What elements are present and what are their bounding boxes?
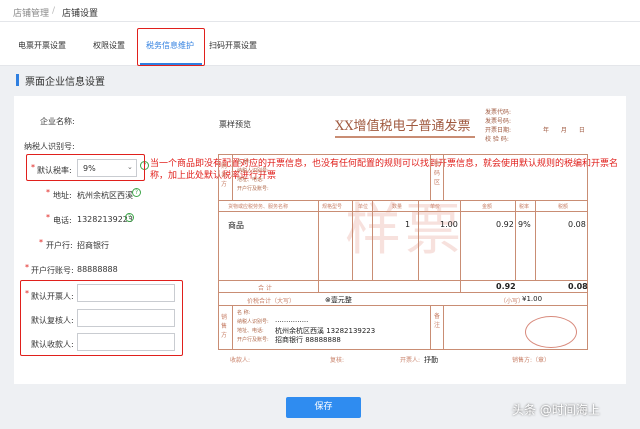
highlight-active-tab	[137, 28, 205, 66]
grand-small-label: （小写）	[500, 298, 525, 305]
item-tax: 0.08	[568, 220, 586, 229]
seller-seal-icon	[525, 316, 577, 348]
invoice-divider	[515, 200, 516, 280]
tab-invoice-settings[interactable]: 电票开票设置	[18, 40, 66, 51]
invoice-footer: 收款人: 复核: 开票人: 抒勤 销售方:（章）	[230, 355, 590, 364]
col-name: 货物或应税劳务、服务名称	[228, 204, 289, 210]
required-mark: *	[46, 188, 50, 197]
col-qty: 数量	[392, 204, 403, 210]
required-mark: *	[39, 238, 43, 247]
col-price: 单价	[430, 204, 441, 210]
invoice-divider	[218, 211, 588, 212]
invoice-title: XX增值税电子普通发票	[335, 119, 471, 134]
total-label: 合 计	[258, 285, 272, 292]
invoice-divider	[232, 305, 233, 350]
bank-value: 招商银行	[77, 241, 109, 250]
invoice-divider	[443, 305, 444, 350]
total-tax: 0.08	[568, 282, 588, 291]
invoice-divider	[218, 280, 588, 281]
required-mark: *	[25, 263, 29, 272]
seller-values: ··············· 杭州余杭区西溪 13282139223 招商银行…	[275, 318, 375, 345]
remark-section-label: 备注	[434, 313, 441, 329]
seller-address: 杭州余杭区西溪 13282139223	[275, 327, 376, 335]
footer-drawer: 开票人:	[400, 357, 421, 364]
breadcrumb-parent[interactable]: 店铺管理	[13, 6, 49, 19]
seller-label-column: 名 称: 纳税人识别号: 地址、电话: 开户行及账号:	[237, 310, 269, 343]
invoice-divider	[218, 292, 588, 293]
invoice-divider	[318, 200, 319, 292]
invoice-divider	[372, 200, 373, 280]
footer-seller-seal: 销售方:（章）	[512, 357, 551, 364]
section-title: 票面企业信息设置	[25, 77, 105, 88]
invoice-divider	[460, 200, 461, 292]
col-spec: 规格型号	[322, 204, 343, 210]
highlight-default-people	[20, 280, 183, 356]
footer-payee: 收款人:	[230, 357, 251, 364]
taxpayer-id-label: 纳税人识别号:	[24, 142, 75, 151]
invoice-divider	[418, 200, 419, 280]
invoice-divider	[535, 200, 536, 280]
invoice-date-label: 开票日期: 年 月 日	[485, 127, 585, 134]
col-tax: 税额	[558, 204, 569, 210]
invoice-divider	[443, 154, 444, 201]
seller-bank: 招商银行 88888888	[275, 336, 341, 344]
invoice-meta: 发票代码: 发票号码: 开票日期: 年 月 日 校 验 码:	[485, 108, 585, 144]
invoice-preview-label: 票样预览	[219, 120, 251, 129]
source-watermark: 头条 @时间海上	[512, 403, 600, 417]
tab-bar: 电票开票设置 权限设置 税务信息维护 扫码开票设置	[0, 22, 640, 66]
item-qty: 1	[405, 220, 411, 229]
grand-total-label: 价税合计（大写）	[247, 298, 296, 305]
invoice-divider	[232, 154, 233, 201]
phone-label: 电话:	[53, 216, 72, 225]
invoice-title-underline	[335, 136, 475, 138]
seller-id: ···············	[275, 318, 309, 326]
section-marker	[16, 74, 19, 86]
bank-label: 开户行:	[46, 241, 73, 250]
required-mark: *	[46, 213, 50, 222]
breadcrumb-current: 店铺设置	[62, 9, 99, 19]
help-icon[interactable]: ?	[132, 188, 141, 197]
col-amount: 金额	[482, 204, 493, 210]
invoice-divider	[430, 154, 431, 201]
footer-drawer-value: 抒勤	[424, 356, 438, 364]
grand-total-words: ⊗壹元整	[325, 296, 352, 304]
grand-small-value: ¥1.00	[522, 295, 543, 303]
tab-permissions[interactable]: 权限设置	[93, 40, 125, 51]
item-amount: 0.92	[496, 220, 514, 229]
invoice-divider	[430, 305, 431, 350]
invoice-code-label: 发票代码:	[485, 109, 512, 116]
buyer-section-label: 购买方	[221, 163, 228, 188]
address-value: 杭州余杭区西溪	[77, 191, 133, 200]
save-button[interactable]: 保存	[286, 397, 361, 418]
tab-scan-invoice[interactable]: 扫码开票设置	[209, 40, 257, 51]
account-value: 88888888	[77, 265, 118, 274]
invoice-number-label: 发票号码:	[485, 118, 512, 125]
invoice-check-label: 校 验 码:	[485, 136, 509, 143]
company-name-label: 企业名称:	[40, 117, 75, 126]
col-rate: 税率	[519, 204, 530, 210]
breadcrumb-separator: /	[52, 6, 56, 16]
highlight-tax-rate	[26, 154, 145, 181]
invoice-divider	[352, 200, 353, 280]
address-label: 地址:	[53, 191, 72, 200]
password-section-label: 密码区	[434, 161, 441, 186]
seller-section-label: 销售方	[221, 314, 228, 339]
invoice-divider	[218, 305, 588, 306]
help-icon[interactable]: ?	[125, 213, 134, 222]
total-amount: 0.92	[496, 282, 516, 291]
footer-reviewer: 复核:	[330, 357, 345, 364]
item-name: 商品	[228, 221, 244, 230]
breadcrumb: 店铺管理 / 店铺设置	[0, 0, 640, 22]
buyer-fields: 名 称: 纳税人识别号: 地址、电话: 开户行及账号:	[237, 159, 269, 192]
col-unit: 单位	[358, 204, 369, 210]
item-price: 1.00	[440, 220, 458, 229]
account-label: 开户行账号:	[31, 266, 74, 275]
invoice-divider	[218, 200, 588, 201]
item-rate: 9%	[518, 220, 531, 229]
